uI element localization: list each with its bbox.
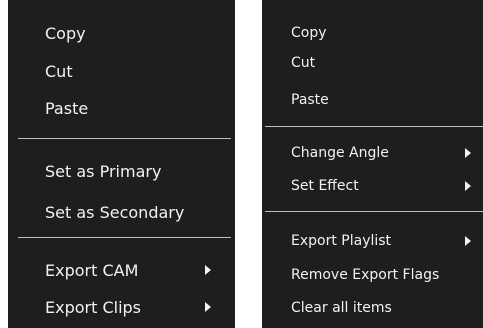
menu-item-remove-export-flags[interactable]: Remove Export Flags [262, 261, 483, 289]
menu-separator [265, 126, 483, 127]
menu-item-set-effect[interactable]: Set Effect [262, 172, 483, 200]
menu-item-clear-all-items-label: Clear all items [291, 300, 392, 316]
menu-item-clear-all-items[interactable]: Clear all items [262, 294, 483, 322]
menu-item-copy-label: Copy [291, 25, 327, 41]
menu-item-cut[interactable]: Cut [8, 53, 235, 89]
chevron-right-icon [465, 181, 471, 191]
menu-item-paste[interactable]: Paste [262, 86, 483, 114]
chevron-right-icon [465, 236, 471, 246]
menu-item-change-angle-label: Change Angle [291, 145, 389, 161]
menu-item-copy[interactable]: Copy [8, 15, 235, 51]
menu-item-export-playlist-label: Export Playlist [291, 233, 392, 249]
menu-item-paste-label: Paste [45, 98, 89, 118]
menu-item-copy-label: Copy [45, 23, 86, 43]
menu-item-export-playlist[interactable]: Export Playlist [262, 227, 483, 255]
menu-item-export-cam[interactable]: Export CAM [8, 252, 235, 288]
context-menu-left: Copy Cut Paste Set as Primary Set as Sec… [8, 0, 235, 328]
menu-item-export-clips-label: Export Clips [45, 297, 142, 317]
menu-item-change-angle[interactable]: Change Angle [262, 139, 483, 167]
menu-item-cut-label: Cut [45, 61, 73, 81]
menu-item-paste-label: Paste [291, 92, 329, 108]
menu-separator [265, 211, 483, 212]
chevron-right-icon [205, 302, 211, 312]
menu-item-export-cam-label: Export CAM [45, 260, 139, 280]
menu-item-cut-label: Cut [291, 55, 316, 71]
menu-item-paste[interactable]: Paste [8, 90, 235, 126]
menu-item-set-effect-label: Set Effect [291, 178, 359, 194]
menu-item-remove-export-flags-label: Remove Export Flags [291, 267, 440, 283]
menu-separator [18, 237, 231, 238]
menu-item-set-as-secondary-label: Set as Secondary [45, 202, 185, 222]
menu-item-set-as-primary[interactable]: Set as Primary [8, 153, 235, 189]
menu-separator [18, 138, 231, 139]
chevron-right-icon [205, 265, 211, 275]
menu-item-export-clips[interactable]: Export Clips [8, 289, 235, 325]
chevron-right-icon [465, 148, 471, 158]
context-menu-right: Copy Cut Paste Change Angle Set Effect E… [262, 0, 483, 328]
menu-item-set-as-secondary[interactable]: Set as Secondary [8, 194, 235, 230]
menu-item-set-as-primary-label: Set as Primary [45, 161, 162, 181]
menu-item-cut[interactable]: Cut [262, 49, 483, 77]
menu-item-copy[interactable]: Copy [262, 19, 483, 47]
